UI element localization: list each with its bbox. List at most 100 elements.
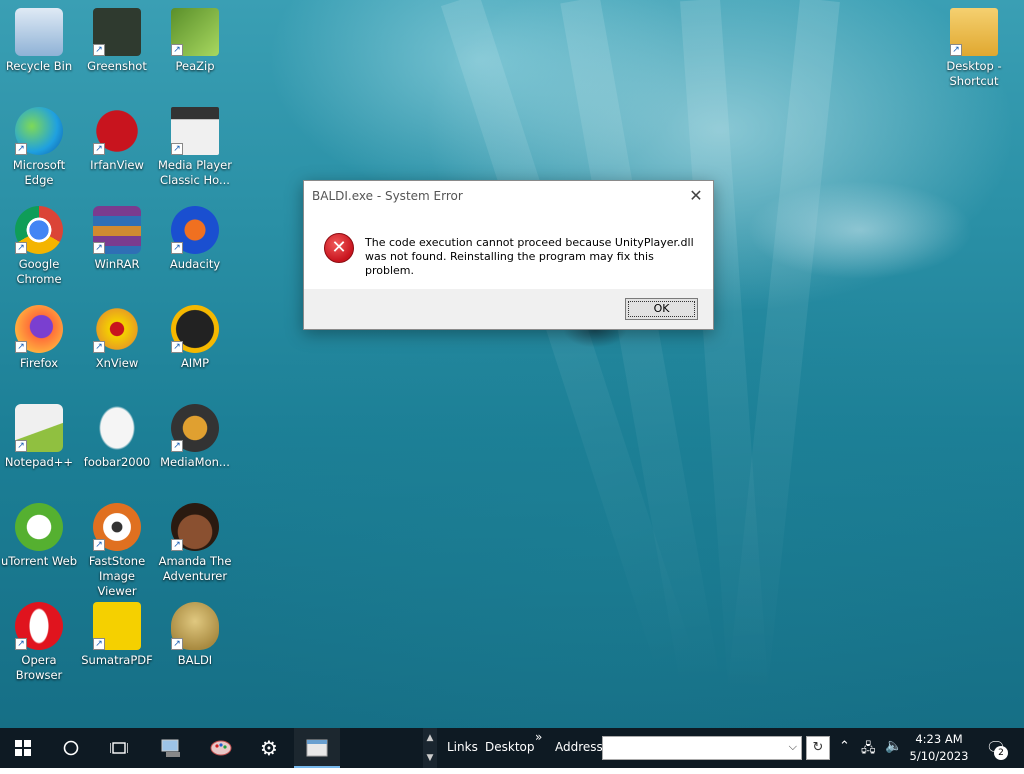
dialog-footer: OK: [304, 289, 713, 329]
desktop-icon-label: Google Chrome: [16, 257, 62, 286]
search-circle-icon: [63, 740, 79, 756]
chrome-icon: ↗: [15, 206, 63, 254]
desktop-icon-desktop-shortcut[interactable]: ↗ Desktop - Shortcut: [936, 2, 1012, 89]
error-message: The code execution cannot proceed becaus…: [365, 236, 700, 278]
shortcut-arrow-icon: ↗: [15, 242, 27, 254]
task-view-button[interactable]: [96, 728, 142, 768]
shortcut-arrow-icon: ↗: [93, 638, 105, 650]
windows-logo-icon: [15, 740, 31, 756]
refresh-icon: ↻: [812, 740, 824, 755]
desktop-icon-firefox[interactable]: ↗ Firefox: [1, 299, 77, 371]
desktop-icon-irfanview[interactable]: ↗ IrfanView: [79, 101, 155, 173]
address-input[interactable]: ⌵: [602, 736, 802, 760]
desktop-icon-recycle-bin[interactable]: Recycle Bin: [1, 2, 77, 74]
foobar2000-icon: [93, 404, 141, 452]
taskbar-app-device-manager[interactable]: [148, 728, 194, 768]
refresh-go-button[interactable]: ↻: [806, 736, 830, 760]
recycle-bin-icon: [15, 8, 63, 56]
dialog-title: BALDI.exe - System Error: [312, 189, 463, 203]
irfanview-icon: ↗: [93, 107, 141, 155]
action-center-button[interactable]: 🗨 2: [978, 734, 1014, 762]
shortcut-arrow-icon: ↗: [171, 539, 183, 551]
winrar-icon: ↗: [93, 206, 141, 254]
firefox-icon: ↗: [15, 305, 63, 353]
desktop-icon-label: WinRAR: [94, 257, 140, 271]
desktop-icon-label: FastStone Image Viewer: [88, 554, 146, 598]
folder-shortcut-icon: ↗: [950, 8, 998, 56]
shortcut-arrow-icon: ↗: [171, 44, 183, 56]
desktop-icon-label: Desktop - Shortcut: [946, 59, 1002, 88]
shortcut-arrow-icon: ↗: [93, 341, 105, 353]
desktop-icon-label: Opera Browser: [15, 653, 63, 682]
sumatrapdf-icon: ↗: [93, 602, 141, 650]
desktop-icon-label: IrfanView: [90, 158, 144, 172]
taskbar: ⚙ ▲ ▼ Links Desktop » Address ⌵ ↻ ⌃ 🖧 🔈 …: [0, 728, 1024, 768]
desktop-icon-chrome[interactable]: ↗ Google Chrome: [1, 200, 77, 287]
desktop-icon-sumatrapdf[interactable]: ↗ SumatraPDF: [79, 596, 155, 668]
media-player-classic-icon: ↗: [171, 107, 219, 155]
dropdown-arrow-icon[interactable]: ⌵: [789, 740, 797, 754]
desktop-icon-opera[interactable]: ↗ Opera Browser: [1, 596, 77, 683]
desktop-icon-aimp[interactable]: ↗ AIMP: [157, 299, 233, 371]
close-icon[interactable]: ✕: [685, 185, 707, 207]
desktop-icon-label: Amanda The Adventurer: [158, 554, 232, 583]
search-button[interactable]: [48, 728, 94, 768]
edge-icon: ↗: [15, 107, 63, 155]
taskbar-app-settings[interactable]: ⚙: [246, 728, 292, 768]
opera-icon: ↗: [15, 602, 63, 650]
aimp-icon: ↗: [171, 305, 219, 353]
dialog-titlebar[interactable]: BALDI.exe - System Error ✕: [304, 181, 713, 211]
error-icon: ✕: [324, 233, 354, 263]
desktop-icon-label: AIMP: [180, 356, 210, 370]
toolbar-desktop[interactable]: Desktop: [485, 740, 535, 754]
desktop-icon-label: foobar2000: [83, 455, 151, 469]
desktop-icon-greenshot[interactable]: ↗ Greenshot: [79, 2, 155, 74]
desktop-icon-utorrent[interactable]: uTorrent Web: [1, 497, 77, 569]
desktop-icon-edge[interactable]: ↗ Microsoft Edge: [1, 101, 77, 188]
shortcut-arrow-icon: ↗: [171, 143, 183, 155]
system-clock[interactable]: 4:23 AM 5/10/2023: [905, 731, 973, 765]
desktop-icon-faststone[interactable]: ↗ FastStone Image Viewer: [79, 497, 155, 599]
network-icon[interactable]: 🖧: [861, 739, 876, 761]
xnview-icon: ↗: [93, 305, 141, 353]
desktop-icon-label: MediaMon...: [160, 455, 230, 469]
chevron-down-icon[interactable]: ▼: [423, 748, 437, 768]
computer-icon: [161, 739, 180, 757]
desktop-icon-amanda[interactable]: ↗ Amanda The Adventurer: [157, 497, 233, 584]
chevron-up-icon[interactable]: ▲: [423, 728, 437, 748]
start-button[interactable]: [0, 728, 46, 768]
toolbar-scroll-buttons[interactable]: ▲ ▼: [423, 728, 437, 768]
shortcut-arrow-icon: ↗: [171, 341, 183, 353]
desktop-icon-audacity[interactable]: ↗ Audacity: [157, 200, 233, 272]
utorrent-icon: [15, 503, 63, 551]
paint-icon: [210, 740, 232, 756]
taskbar-app-paint[interactable]: [198, 728, 244, 768]
toolbar-links[interactable]: Links: [447, 740, 478, 754]
ok-button[interactable]: OK: [625, 298, 698, 320]
desktop-icon-winrar[interactable]: ↗ WinRAR: [79, 200, 155, 272]
wave-foam: [700, 160, 1020, 300]
desktop-icon-label: Firefox: [19, 356, 59, 370]
amanda-icon: ↗: [171, 503, 219, 551]
toolbar-more-chevron[interactable]: »: [535, 730, 542, 744]
peazip-icon: ↗: [171, 8, 219, 56]
desktop: Recycle Bin ↗ Microsoft Edge ↗ Google Ch…: [0, 0, 1024, 728]
error-message-line: The code execution cannot proceed becaus…: [365, 236, 694, 249]
clock-time: 4:23 AM: [915, 732, 963, 746]
shortcut-arrow-icon: ↗: [15, 143, 27, 155]
show-hidden-icons-chevron-icon[interactable]: ⌃: [839, 739, 850, 754]
desktop-icon-mediamonkey[interactable]: ↗ MediaMon...: [157, 398, 233, 470]
volume-icon[interactable]: 🔈: [885, 738, 902, 754]
system-error-dialog: BALDI.exe - System Error ✕ ✕ The code ex…: [303, 180, 714, 330]
shortcut-arrow-icon: ↗: [15, 440, 27, 452]
desktop-icon-xnview[interactable]: ↗ XnView: [79, 299, 155, 371]
desktop-icon-foobar2000[interactable]: foobar2000: [79, 398, 155, 470]
desktop-icon-notepadpp[interactable]: ↗ Notepad++: [1, 398, 77, 470]
desktop-icon-mpc[interactable]: ↗ Media Player Classic Ho...: [157, 101, 233, 188]
shortcut-arrow-icon: ↗: [171, 638, 183, 650]
desktop-icon-peazip[interactable]: ↗ PeaZip: [157, 2, 233, 74]
taskbar-app-error-window[interactable]: [294, 728, 340, 768]
mediamonkey-icon: ↗: [171, 404, 219, 452]
error-message-line: was not found. Reinstalling the program …: [365, 250, 654, 277]
desktop-icon-baldi[interactable]: ↗ BALDI: [157, 596, 233, 668]
